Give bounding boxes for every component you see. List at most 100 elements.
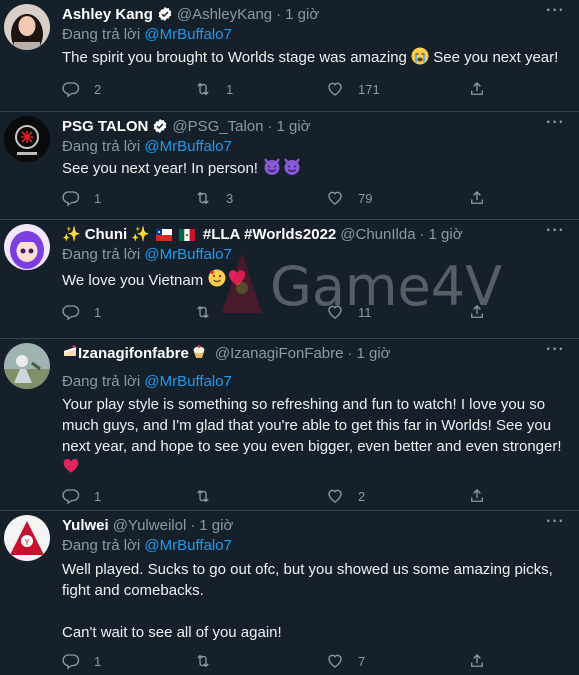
retweet-icon (194, 487, 212, 505)
reply-count: 2 (94, 81, 102, 97)
smiling-devil-icon (262, 156, 282, 182)
display-name[interactable]: Chuni (85, 226, 128, 243)
like-count: 79 (358, 190, 373, 206)
action-bar: 1 3 79 (62, 189, 502, 209)
tweet-ashley-kang[interactable]: Ashley Kang @AshleyKang · 1 giờ ··· Đang… (0, 0, 579, 112)
separator-dot: · (267, 117, 273, 135)
reply-to-link[interactable]: @MrBuffalo7 (144, 26, 232, 43)
reply-icon (62, 303, 80, 321)
more-icon[interactable]: ··· (546, 341, 565, 359)
heart-icon (62, 457, 80, 481)
display-name[interactable]: Izanagifonfabre (78, 345, 189, 362)
crying-face-icon (411, 47, 429, 71)
like-button[interactable]: 79 (326, 189, 372, 207)
chile-flag-icon (155, 228, 172, 241)
avatar[interactable] (4, 343, 50, 389)
reply-to-link[interactable]: @MrBuffalo7 (144, 537, 232, 554)
more-icon[interactable]: ··· (546, 513, 565, 531)
timestamp[interactable]: 1 giờ (277, 118, 311, 135)
tweet-text: See you next year! In person! (62, 156, 567, 182)
display-name[interactable]: Yulwei (62, 517, 109, 534)
like-icon (326, 189, 344, 207)
reply-to-link[interactable]: @MrBuffalo7 (144, 138, 232, 155)
reply-button[interactable]: 1 (62, 303, 101, 321)
retweet-button[interactable]: 1 (194, 80, 233, 98)
reply-to-link[interactable]: @MrBuffalo7 (144, 246, 232, 263)
share-button[interactable] (468, 303, 500, 321)
user-handle[interactable]: @AshleyKang (177, 6, 272, 23)
tweet-line: Your play style is something so refreshi… (62, 396, 546, 413)
avatar[interactable] (4, 224, 50, 270)
retweet-icon (194, 652, 212, 670)
mexico-flag-icon (178, 228, 195, 241)
tweet-line: Well played. Sucks to go out ofc, but yo… (62, 561, 553, 578)
avatar[interactable]: Y (4, 515, 50, 561)
sparkle-icon: ✨ (131, 226, 150, 243)
reply-button[interactable]: 1 (62, 487, 101, 505)
reply-to-link[interactable]: @MrBuffalo7 (144, 373, 232, 390)
replying-to: Đang trả lời @MrBuffalo7 (62, 537, 232, 554)
more-icon[interactable]: ··· (546, 114, 565, 132)
display-name[interactable]: Ashley Kang (62, 6, 153, 23)
like-button[interactable]: 7 (326, 652, 365, 670)
reply-count: 1 (94, 488, 102, 504)
like-button[interactable]: 11 (326, 303, 372, 321)
share-button[interactable] (468, 80, 500, 98)
share-icon (468, 80, 486, 98)
reply-icon (62, 487, 80, 505)
tweet-text: We love you Vietnam (62, 268, 567, 294)
action-bar: 1 7 (62, 652, 502, 672)
like-icon (326, 652, 344, 670)
avatar[interactable] (4, 116, 50, 162)
retweet-button[interactable] (194, 303, 226, 321)
separator-dot: · (347, 344, 353, 362)
retweet-count: 1 (226, 81, 234, 97)
cake-icon (62, 343, 78, 363)
share-icon (468, 487, 486, 505)
avatar[interactable] (4, 4, 50, 50)
tweet-text: Your play style is something so refreshi… (62, 394, 567, 481)
reply-icon (62, 189, 80, 207)
retweet-button[interactable]: 3 (194, 189, 233, 207)
retweet-button[interactable] (194, 652, 226, 670)
reply-prefix: Đang trả lời (62, 26, 141, 43)
user-handle[interactable]: @Yulweilol (113, 517, 187, 534)
user-handle[interactable]: @ChunIlda (340, 226, 415, 243)
like-count: 11 (358, 304, 372, 320)
reply-button[interactable]: 1 (62, 652, 101, 670)
share-button[interactable] (468, 189, 500, 207)
timestamp[interactable]: 1 giờ (429, 226, 463, 243)
action-bar: 1 2 (62, 487, 502, 507)
timestamp[interactable]: 1 giờ (285, 6, 319, 23)
share-button[interactable] (468, 487, 500, 505)
tweet-line: See you next year! In person! (62, 160, 258, 177)
reply-button[interactable]: 1 (62, 189, 101, 207)
tweet-yulwei[interactable]: Y Yulwei @Yulweilol · 1 giờ ··· Đang trả… (0, 511, 579, 675)
tweet-line: next year, and hope to see you even bigg… (62, 438, 562, 455)
like-button[interactable]: 2 (326, 487, 365, 505)
user-handle[interactable]: @IzanagiFonFabre (215, 345, 344, 362)
share-button[interactable] (468, 652, 500, 670)
tweet-line: much guys, and I'm glad that you're able… (62, 417, 552, 434)
display-name[interactable]: PSG TALON (62, 118, 148, 135)
timestamp[interactable]: 1 giờ (357, 345, 391, 362)
verified-badge-icon (157, 6, 173, 22)
action-bar: 2 1 171 (62, 80, 502, 100)
face-with-hearts-icon (207, 268, 227, 294)
reply-button[interactable]: 2 (62, 80, 101, 98)
like-button[interactable]: 171 (326, 80, 380, 98)
tweet-line: We love you Vietnam (62, 272, 204, 289)
more-icon[interactable]: ··· (546, 2, 565, 20)
action-bar: 1 11 (62, 303, 502, 323)
more-icon[interactable]: ··· (546, 222, 565, 240)
tweet-header: ✨ Chuni ✨ #LLA #Worlds2022 @ChunIlda · 1… (62, 224, 463, 244)
heart-icon (227, 268, 247, 294)
tweet-izanagifonfabre[interactable]: Izanagifonfabre @IzanagiFonFabre · 1 giờ… (0, 339, 579, 511)
timestamp[interactable]: 1 giờ (199, 517, 233, 534)
share-icon (468, 189, 486, 207)
user-handle[interactable]: @PSG_Talon (172, 118, 263, 135)
tweet-psg-talon[interactable]: PSG TALON @PSG_Talon · 1 giờ ··· Đang tr… (0, 112, 579, 220)
display-name-tags[interactable]: #LLA #Worlds2022 (203, 226, 336, 243)
tweet-chuni[interactable]: ✨ Chuni ✨ #LLA #Worlds2022 @ChunIlda · 1… (0, 220, 579, 339)
retweet-button[interactable] (194, 487, 226, 505)
